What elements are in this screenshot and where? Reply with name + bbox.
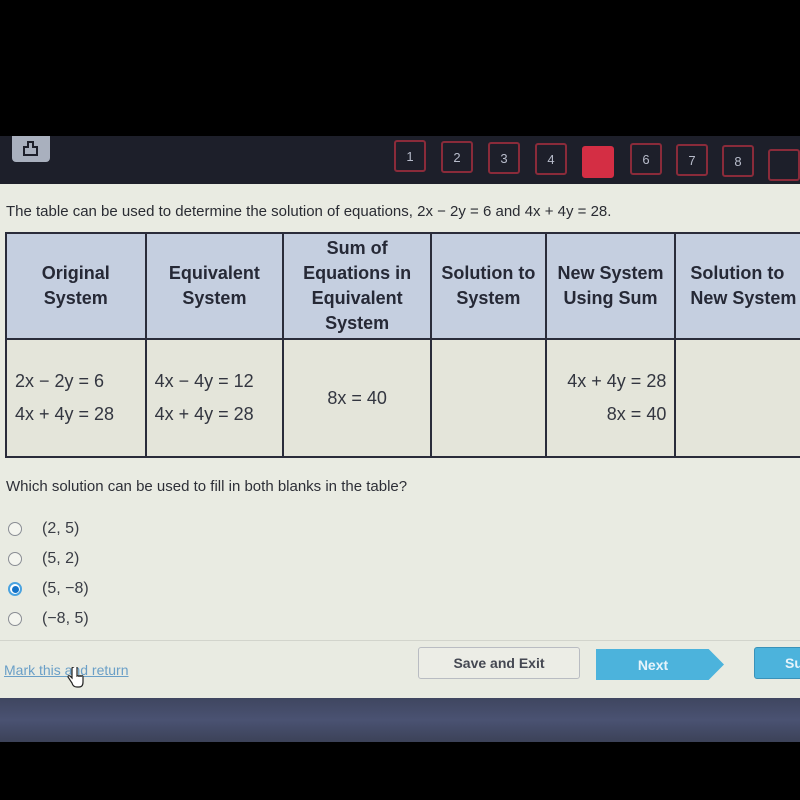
hand-cursor-icon: [67, 667, 84, 688]
question-nav-7[interactable]: 7: [676, 144, 708, 176]
answer-options: (2, 5) (5, 2) (5, −8) (−8, 5): [8, 514, 89, 634]
equation: 8x = 40: [606, 404, 667, 424]
question-nav-6[interactable]: 6: [630, 143, 662, 175]
cell-original-system: 2x − 2y = 6 4x + 4y = 28: [5, 338, 147, 458]
option-label: (5, −8): [42, 580, 89, 597]
option-label: (5, 2): [42, 550, 80, 567]
header-solution-to-system: Solution to System: [429, 232, 547, 340]
footer-divider: [0, 640, 800, 641]
equation: 2x − 2y = 6: [15, 371, 105, 391]
option-label: (2, 5): [42, 520, 80, 537]
question-nav-4[interactable]: 4: [535, 143, 567, 175]
cell-new-system: 4x + 4y = 28 8x = 40: [544, 338, 677, 458]
radio-button[interactable]: [8, 612, 22, 626]
monitor-bezel: [0, 698, 800, 742]
cell-sum: 8x = 40: [282, 338, 432, 458]
header-equivalent-system: Equivalent System: [144, 232, 285, 340]
next-button[interactable]: Next: [596, 649, 724, 680]
question-nav-1[interactable]: 1: [394, 140, 426, 172]
top-toolbar: 1 2 3 4 6 7 8: [0, 136, 800, 184]
question-text: Which solution can be used to fill in bo…: [6, 478, 408, 495]
question-panel: The table can be used to determine the s…: [0, 184, 800, 698]
option-3[interactable]: (5, −8): [8, 574, 89, 604]
cell-equivalent-system: 4x − 4y = 12 4x + 4y = 28: [144, 338, 285, 458]
save-and-exit-button[interactable]: Save and Exit: [418, 647, 580, 679]
header-original-system: Original System: [5, 232, 147, 340]
equation-2: 4x + 4y = 28: [524, 203, 608, 220]
question-nav-2[interactable]: 2: [441, 141, 473, 173]
question-nav-9[interactable]: [768, 149, 800, 181]
equation: 4x + 4y = 28: [567, 371, 667, 391]
question-nav-current[interactable]: [582, 146, 614, 178]
option-label: (−8, 5): [42, 610, 89, 627]
radio-button[interactable]: [8, 552, 22, 566]
header-new-system: New System Using Sum: [544, 232, 677, 340]
systems-table: Original System Equivalent System Sum of…: [5, 232, 800, 458]
question-nav-3[interactable]: 3: [488, 142, 520, 174]
radio-button[interactable]: [8, 522, 22, 536]
question-prompt: The table can be used to determine the s…: [6, 203, 612, 220]
cell-solution-blank: [429, 338, 547, 458]
option-4[interactable]: (−8, 5): [8, 604, 89, 634]
submit-button[interactable]: Su: [754, 647, 800, 679]
equation: 4x + 4y = 28: [15, 404, 115, 424]
header-solution-to-new-system: Solution to New System: [674, 232, 800, 340]
table-row: 2x − 2y = 6 4x + 4y = 28 4x − 4y = 12 4x…: [5, 338, 800, 458]
option-2[interactable]: (5, 2): [8, 544, 89, 574]
equation: 4x + 4y = 28: [154, 404, 254, 424]
question-nav-8[interactable]: 8: [722, 145, 754, 177]
option-1[interactable]: (2, 5): [8, 514, 89, 544]
cell-new-solution-blank: [674, 338, 800, 458]
header-sum-of-equations: Sum of Equations in Equivalent System: [282, 232, 432, 340]
table-header-row: Original System Equivalent System Sum of…: [5, 232, 800, 340]
equation: 4x − 4y = 12: [154, 371, 254, 391]
radio-button-selected[interactable]: [8, 582, 22, 596]
question-navigator: 1 2 3 4 6 7 8: [0, 136, 800, 184]
equation-1: 2x − 2y = 6: [417, 203, 492, 220]
